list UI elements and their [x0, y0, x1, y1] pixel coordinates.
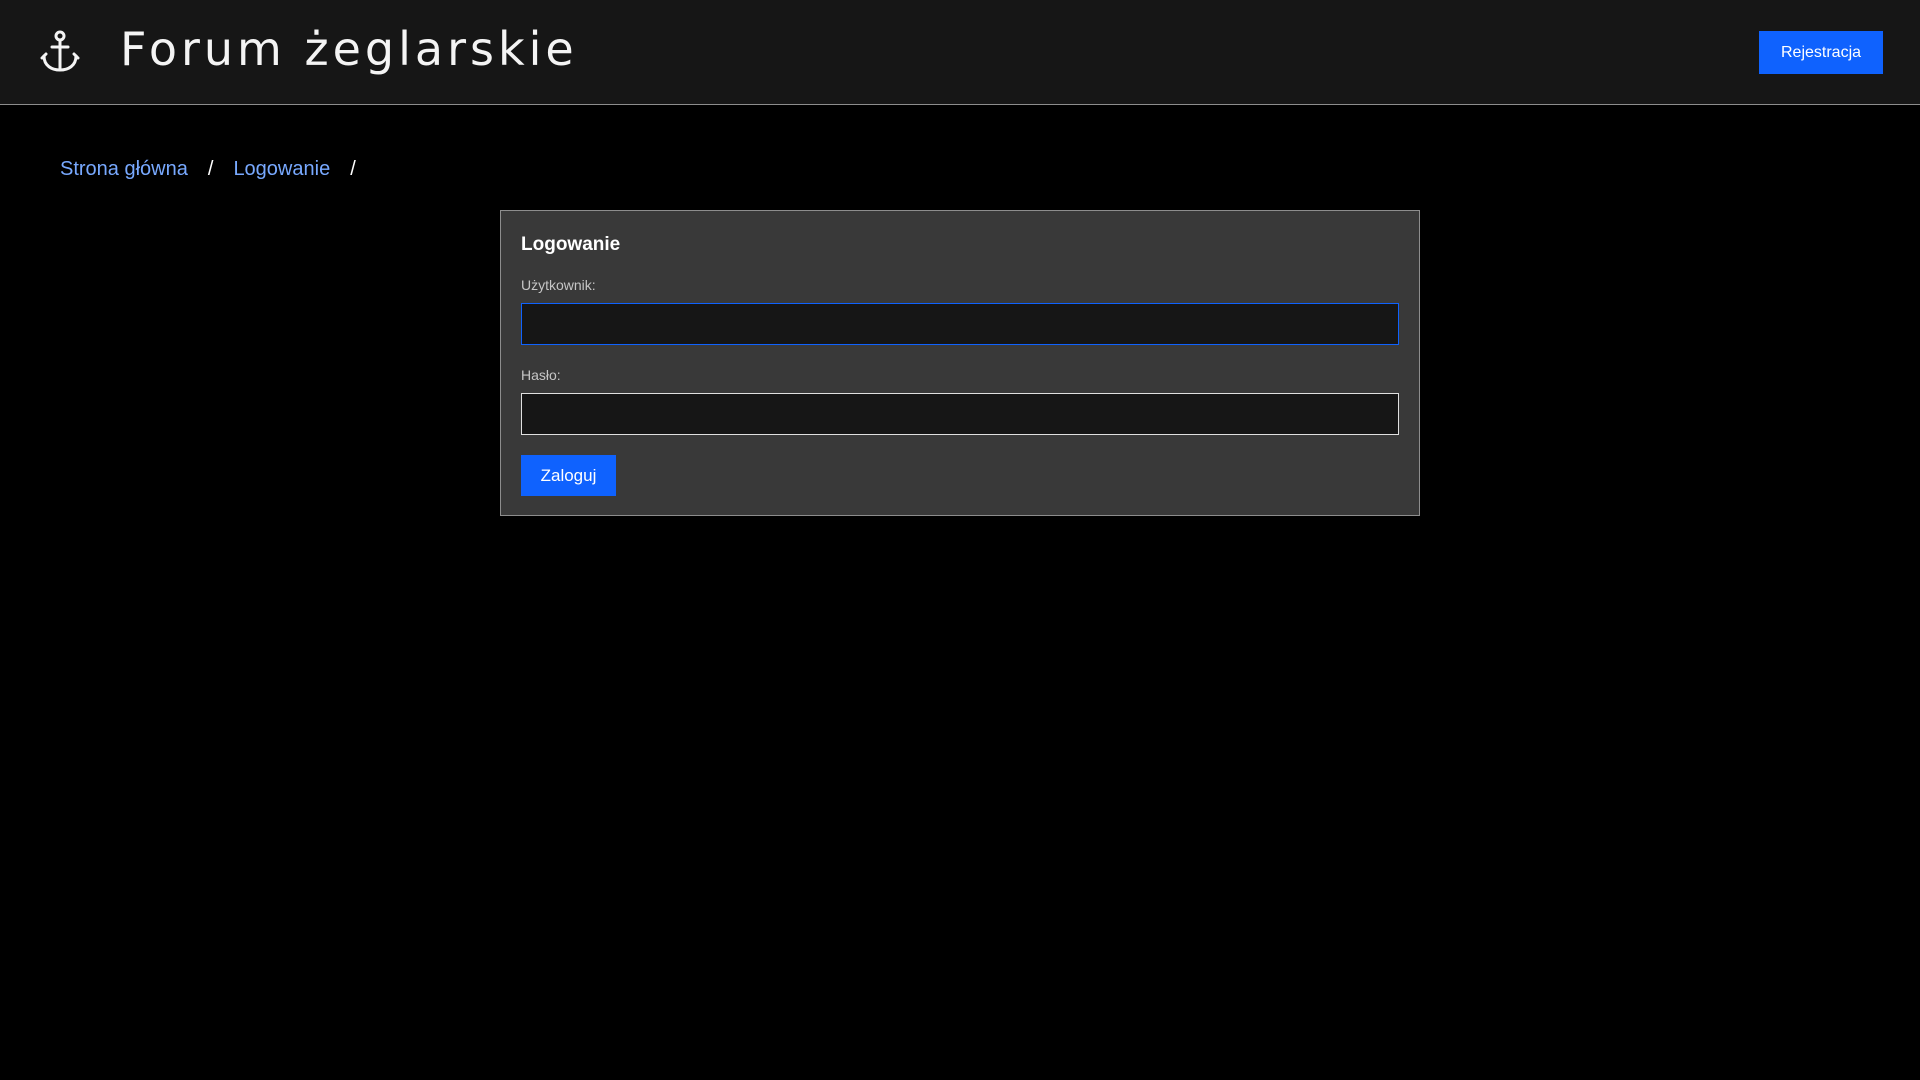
username-input[interactable] — [521, 303, 1399, 345]
login-submit-button[interactable]: Zaloguj — [521, 455, 616, 496]
login-panel-title: Logowanie — [521, 234, 621, 255]
password-label: Hasło: — [521, 367, 561, 383]
username-label: Użytkownik: — [521, 277, 596, 293]
login-panel: Logowanie Użytkownik: Hasło: Zaloguj — [500, 210, 1420, 516]
breadcrumb-separator: / — [350, 158, 356, 180]
site-title: Forum żeglarskie — [120, 22, 578, 76]
register-button[interactable]: Rejestracja — [1759, 31, 1883, 74]
breadcrumb-separator: / — [207, 158, 214, 180]
anchor-icon[interactable] — [40, 30, 80, 74]
site-header: Forum żeglarskie Rejestracja — [0, 0, 1920, 105]
breadcrumb-login-link[interactable]: Logowanie — [233, 158, 330, 180]
breadcrumb: Strona główna / Logowanie / — [60, 155, 376, 183]
password-input[interactable] — [521, 393, 1399, 435]
breadcrumb-home-link[interactable]: Strona główna — [60, 158, 188, 180]
